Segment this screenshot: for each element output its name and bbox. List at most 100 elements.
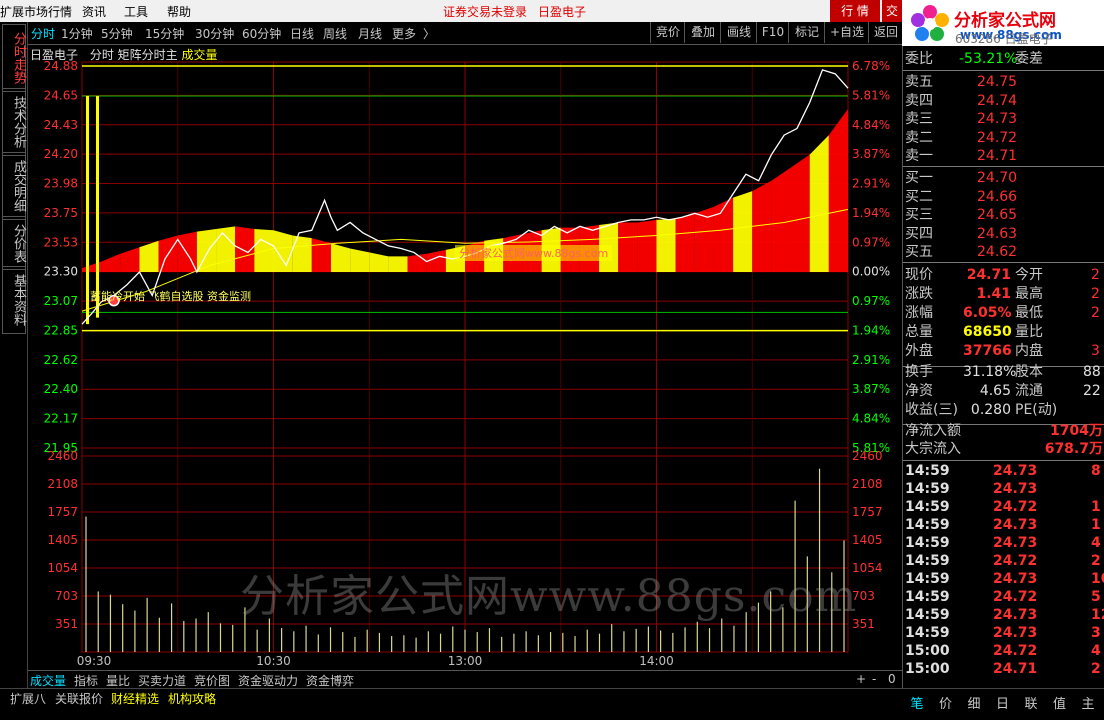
reset-zoom-button[interactable]: 0 [888, 672, 896, 686]
left-tab-bar: 分时走势 技术分析 成交明细 分价表 基本资料 [0, 22, 28, 688]
panel-tab[interactable]: 细 [965, 693, 983, 712]
bid-row[interactable]: 买五 24.62 [903, 243, 1104, 261]
status-tab-finance-picks[interactable]: 财经精选 [111, 690, 159, 707]
ask-row[interactable]: 卖三 24.73 [903, 110, 1104, 128]
tab-auction-chart[interactable]: 竞价图 [194, 672, 230, 689]
bid-row[interactable]: 买四 24.63 [903, 225, 1104, 243]
ask-row[interactable]: 卖一 24.71 [903, 147, 1104, 165]
tick-row[interactable]: 14:59 24.73 12 [903, 606, 1104, 624]
mark-button[interactable]: 标记 [788, 22, 825, 43]
zoom-out-button[interactable]: - [872, 672, 876, 686]
tick-row[interactable]: 14:59 24.72 5 [903, 588, 1104, 606]
ask-row[interactable]: 卖二 24.72 [903, 129, 1104, 147]
pct-tick-label: 4.84% [852, 412, 890, 426]
draw-line-button[interactable]: 画线 [720, 22, 757, 43]
bid-row[interactable]: 买二 24.66 [903, 188, 1104, 206]
zoom-in-button[interactable]: + [856, 672, 866, 686]
matrix-bar [311, 238, 331, 272]
tab-indicator[interactable]: 指标 [74, 672, 98, 689]
stock-title: 日盈电子 [538, 5, 587, 19]
period-5min[interactable]: 5分钟 [101, 25, 133, 42]
matrix-bar [828, 109, 848, 272]
stat-row: 现价 24.71 今开 2 [905, 267, 1100, 283]
indicator-annotation: 蓄能冷开始 飞鹤自选股 资金监测 [90, 290, 251, 303]
time-axis-label: 14:00 [639, 654, 674, 668]
pct-tick-label: 5.81% [852, 88, 890, 102]
ask-row[interactable]: 卖五 24.75 [903, 73, 1104, 91]
pct-tick-label: 0.00% [852, 265, 890, 279]
trade-button[interactable]: 交 [882, 0, 902, 22]
tick-row[interactable]: 14:59 24.73 10 [903, 570, 1104, 588]
auction-button[interactable]: 竞价 [650, 22, 685, 43]
tick-row[interactable]: 14:59 24.73 [903, 480, 1104, 498]
period-monthly[interactable]: 月线 [358, 25, 382, 42]
period-15min[interactable]: 15分钟 [145, 25, 184, 42]
tick-row[interactable]: 14:59 24.73 3 [903, 624, 1104, 642]
matrix-bar [388, 256, 408, 272]
period-daily[interactable]: 日线 [290, 25, 314, 42]
menu-tools[interactable]: 工具 [124, 3, 148, 20]
code-header: 603286 日盈电子 [955, 32, 1053, 46]
ask-row[interactable]: 卖四 24.74 [903, 92, 1104, 110]
quote-panel-tabs: 笔价细日联值主 [902, 688, 1104, 720]
f10-button[interactable]: F10 [756, 22, 789, 43]
open-marker-bar [86, 95, 89, 325]
tab-volume[interactable]: 成交量 [30, 672, 66, 689]
tick-row[interactable]: 14:59 24.73 4 [903, 534, 1104, 552]
tab-basic-info[interactable]: 基本资料 [2, 266, 26, 334]
flow-row: 净流入额 1704万 [905, 423, 1103, 439]
tab-price-table[interactable]: 分价表 [2, 216, 26, 270]
pct-tick-label: 0.97% [852, 294, 890, 308]
tick-row[interactable]: 15:00 24.71 2 [903, 660, 1104, 678]
tab-capital-drive[interactable]: 资金驱动力 [238, 672, 298, 689]
period-60min[interactable]: 60分钟 [242, 25, 281, 42]
tab-buy-sell-force[interactable]: 买卖力道 [138, 672, 186, 689]
volume-tick-label: 703 [55, 589, 78, 603]
panel-tab[interactable]: 值 [1051, 693, 1069, 712]
period-weekly[interactable]: 周线 [323, 25, 347, 42]
panel-tab[interactable]: 主 [1079, 693, 1097, 712]
back-button[interactable]: 返回 [868, 22, 903, 43]
tab-capital-game[interactable]: 资金博弈 [306, 672, 354, 689]
panel-tab[interactable]: 日 [994, 693, 1012, 712]
price-tick-label: 24.20 [44, 147, 78, 161]
add-watchlist-button[interactable]: +自选 [824, 22, 869, 43]
volume-tick-label: 1405 [47, 533, 78, 547]
period-intraday[interactable]: 分时 [31, 25, 55, 42]
flow-row: 大宗流入 678.7万 [905, 441, 1103, 457]
period-1min[interactable]: 1分钟 [61, 25, 93, 42]
period-30min[interactable]: 30分钟 [195, 25, 234, 42]
tab-technical[interactable]: 技术分析 [2, 88, 26, 156]
tab-trade-detail[interactable]: 成交明细 [2, 152, 26, 220]
chart-volume-label: 成交量 [181, 48, 218, 62]
tab-intraday[interactable]: 分时走势 [2, 24, 26, 92]
panel-tab[interactable]: 价 [937, 693, 955, 712]
time-axis-label: 13:00 [448, 654, 483, 668]
matrix-bar [369, 252, 389, 272]
chevron-right-icon[interactable]: 〉 [423, 25, 435, 42]
overlay-button[interactable]: 叠加 [684, 22, 721, 43]
trade-login-notice[interactable]: 证券交易未登录 [443, 3, 527, 20]
menu-help[interactable]: 帮助 [167, 3, 191, 20]
tick-row[interactable]: 14:59 24.72 1 [903, 498, 1104, 516]
status-tab-related-quotes[interactable]: 关联报价 [55, 690, 103, 707]
divider [903, 262, 1104, 263]
period-more[interactable]: 更多 [392, 25, 416, 42]
quote-button[interactable]: 行 情 [830, 0, 880, 22]
bid-row[interactable]: 买三 24.65 [903, 206, 1104, 224]
status-tab-institution[interactable]: 机构攻略 [168, 690, 216, 707]
menu-news[interactable]: 资讯 [82, 3, 106, 20]
volume-tick-label: 1757 [47, 505, 78, 519]
price-tick-label: 23.30 [44, 265, 78, 279]
bid-row[interactable]: 买一 24.70 [903, 169, 1104, 187]
tick-row[interactable]: 14:59 24.72 2 [903, 552, 1104, 570]
divider [903, 70, 1104, 71]
menu-market[interactable]: 扩展市场行情 [0, 3, 72, 20]
panel-tab[interactable]: 联 [1022, 693, 1040, 712]
tab-volume-ratio[interactable]: 量比 [106, 672, 130, 689]
panel-tab[interactable]: 笔 [908, 693, 926, 712]
tick-row[interactable]: 14:59 24.73 8 [903, 462, 1104, 480]
tick-row[interactable]: 14:59 24.73 1 [903, 516, 1104, 534]
tick-row[interactable]: 15:00 24.72 4 [903, 642, 1104, 660]
status-tab-ext8[interactable]: 扩展八 [10, 690, 46, 707]
